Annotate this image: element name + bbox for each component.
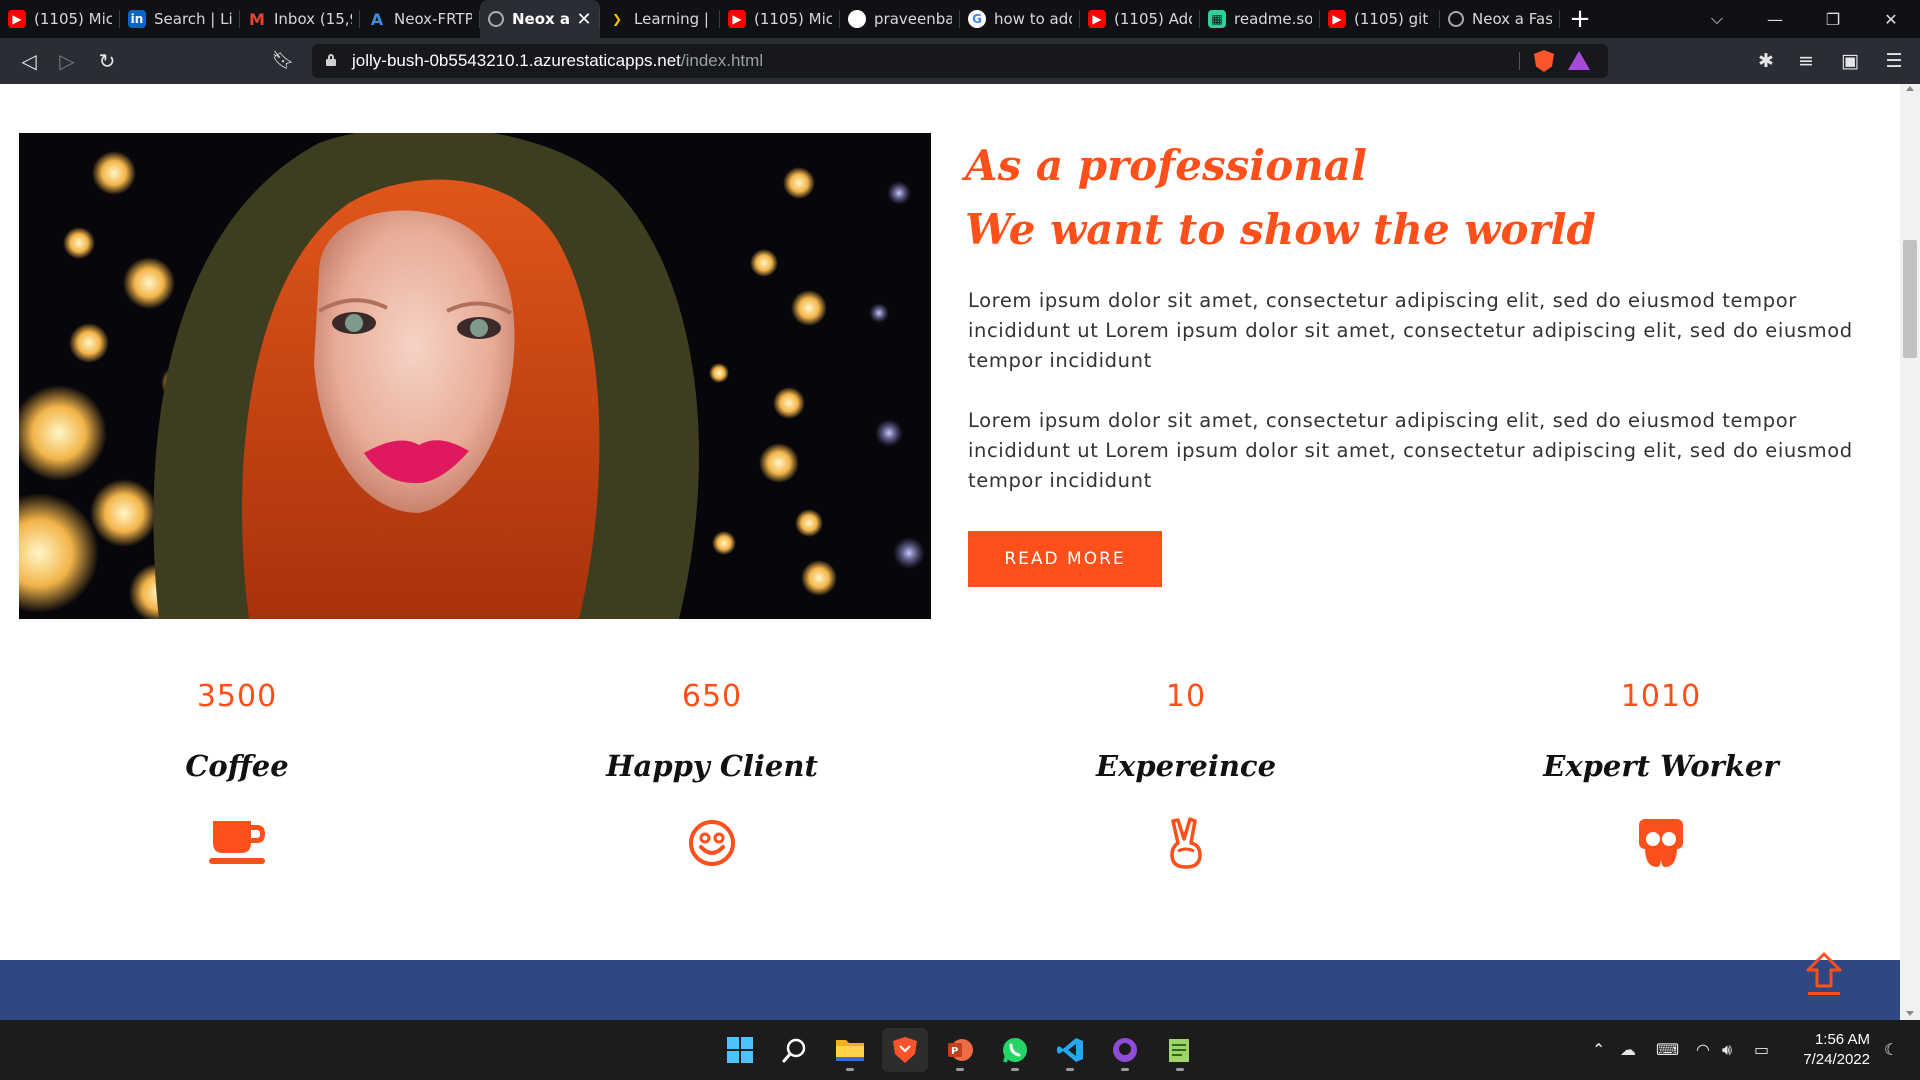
system-tray: ⌃ ☁ ⌨ ◠ 🔊︎ ▭ 1:56 AM 7/24/2022 ☾ [0, 1020, 1920, 1080]
notification-icon[interactable]: ☾ [1884, 1040, 1898, 1059]
windows-taskbar: P ⌃ ☁ ⌨ ◠ 🔊︎ ▭ 1:56 AM 7/24/2022 ☾ [0, 1020, 1920, 1080]
reload-icon[interactable]: ↻ [94, 48, 120, 74]
stat-number: 1010 [1620, 679, 1702, 714]
volume-icon[interactable]: 🔊︎ [1722, 1040, 1732, 1060]
extensions-icon[interactable]: ✱ [1754, 49, 1778, 73]
web-page: As a professional We want to show the wo… [0, 84, 1920, 1020]
browser-tab[interactable]: M Inbox (15,9 [240, 0, 360, 38]
new-tab-button[interactable]: + [1560, 0, 1600, 38]
gmail-icon: M [249, 9, 265, 29]
url-text[interactable]: jolly-bush-0b5543210.1.azurestaticapps.n… [352, 51, 763, 71]
clock[interactable]: 1:56 AM 7/24/2022 [1790, 1030, 1870, 1070]
youtube-icon: ▶ [1088, 10, 1106, 28]
browser-tab[interactable]: ❯Learning | F [600, 0, 720, 38]
address-bar[interactable]: jolly-bush-0b5543210.1.azurestaticapps.n… [312, 44, 1608, 78]
github-icon [848, 10, 866, 28]
browser-tab[interactable]: inSearch | Lin [120, 0, 240, 38]
worker-icon [1631, 817, 1691, 869]
peace-hand-icon [1156, 817, 1216, 869]
stats-section: 3500 Coffee 650 Happy Client 10 Experein… [0, 679, 1900, 919]
browser-tab-active[interactable]: Neox a ✕ [480, 0, 600, 38]
google-icon: G [968, 10, 986, 28]
playlist-icon[interactable]: ≡ [1794, 49, 1818, 73]
footer-band [0, 960, 1900, 1020]
back-icon[interactable]: ◁ [16, 48, 42, 74]
azure-icon: A [370, 9, 384, 29]
browser-tab[interactable]: Neox a Fas [1440, 0, 1560, 38]
window-controls: ⌵ — ❐ ✕ [1688, 0, 1920, 38]
read-more-button[interactable]: READ MORE [968, 531, 1162, 587]
youtube-icon: ▶ [8, 10, 26, 28]
browser-tab[interactable]: ▦ readme.so [1200, 0, 1320, 38]
wallet-icon[interactable]: ▣ [1838, 49, 1862, 73]
scroll-thumb[interactable] [1903, 240, 1917, 358]
about-paragraph: Lorem ipsum dolor sit amet, consectetur … [968, 409, 1853, 492]
stat-coffee: 3500 Coffee [37, 679, 437, 869]
globe-icon [488, 11, 504, 27]
stat-number: 3500 [196, 679, 278, 714]
chevron-up-icon[interactable]: ⌃ [1592, 1040, 1605, 1059]
browser-tab[interactable]: ▶ (1105) Add [1080, 0, 1200, 38]
browser-toolbar: ◁ ▷ ↻ 🔖︎ jolly-bush-0b5543210.1.azuresta… [0, 38, 1920, 84]
browser-tab[interactable]: Ghow to add [960, 0, 1080, 38]
youtube-icon: ▶ [1328, 10, 1346, 28]
clock-time: 1:56 AM [1814, 1031, 1870, 1048]
menu-icon[interactable]: ☰ [1882, 49, 1906, 73]
heading-line: We want to show the world [965, 205, 1596, 254]
browser-tab[interactable]: A Neox-FRTP [360, 0, 480, 38]
stat-label: Expert Worker [1543, 749, 1779, 783]
scroll-up-arrow-icon[interactable] [1906, 86, 1914, 91]
about-paragraph: Lorem ipsum dolor sit amet, consectetur … [968, 289, 1853, 372]
stat-experience: 10 Expereince [986, 679, 1386, 869]
battery-icon[interactable]: ▭ [1754, 1040, 1769, 1059]
stat-label: Expereince [1095, 749, 1277, 783]
divider [1519, 52, 1520, 70]
close-window-icon[interactable]: ✕ [1862, 10, 1920, 29]
browser-tab[interactable]: ▶ (1105) git [1320, 0, 1440, 38]
coffee-icon [207, 817, 267, 869]
heading-line: As a professional [965, 141, 1367, 190]
browser-tab[interactable]: praveenbal [840, 0, 960, 38]
smile-icon [682, 817, 742, 869]
readme-icon: ▦ [1208, 10, 1226, 28]
scroll-to-top-icon[interactable] [1804, 950, 1844, 998]
youtube-icon: ▶ [728, 10, 746, 28]
browser-tab-bar: ▶(1105) Micr inSearch | Lin MInbox (15,9… [0, 0, 1920, 38]
browser-tab[interactable]: ▶ (1105) Micr [0, 0, 120, 38]
browser-tab[interactable]: ▶ (1105) Micr [720, 0, 840, 38]
close-tab-icon[interactable]: ✕ [576, 9, 592, 30]
about-heading: As a professional We want to show the wo… [965, 134, 1596, 262]
stat-number: 650 [681, 679, 743, 714]
stat-happy-client: 650 Happy Client [512, 679, 912, 869]
brave-shield-icon[interactable] [1534, 50, 1554, 72]
linkedin-icon: in [128, 10, 146, 28]
scroll-down-arrow-icon[interactable] [1906, 1011, 1914, 1016]
wifi-icon[interactable]: ◠ [1696, 1040, 1710, 1059]
stat-expert-worker: 1010 Expert Worker [1461, 679, 1861, 869]
restore-icon[interactable]: ❐ [1804, 10, 1862, 29]
forward-icon[interactable]: ▷ [54, 48, 80, 74]
lock-icon[interactable] [326, 54, 336, 66]
clock-date: 7/24/2022 [1803, 1051, 1870, 1068]
globe-icon [1448, 11, 1464, 27]
learning-icon: ❯ [611, 12, 623, 26]
minimize-icon[interactable]: — [1746, 10, 1804, 29]
page-scrollbar[interactable] [1900, 84, 1920, 1020]
onedrive-icon[interactable]: ☁ [1620, 1040, 1636, 1059]
stat-label: Coffee [185, 749, 289, 783]
bookmark-icon[interactable]: 🔖︎ [270, 48, 296, 74]
brave-rewards-icon[interactable] [1568, 51, 1590, 70]
tab-search-chevron-icon[interactable]: ⌵ [1688, 9, 1746, 29]
portrait-image [19, 133, 931, 619]
stat-label: Happy Client [606, 749, 818, 783]
keyboard-icon[interactable]: ⌨ [1656, 1040, 1679, 1059]
stat-number: 10 [1165, 679, 1207, 714]
